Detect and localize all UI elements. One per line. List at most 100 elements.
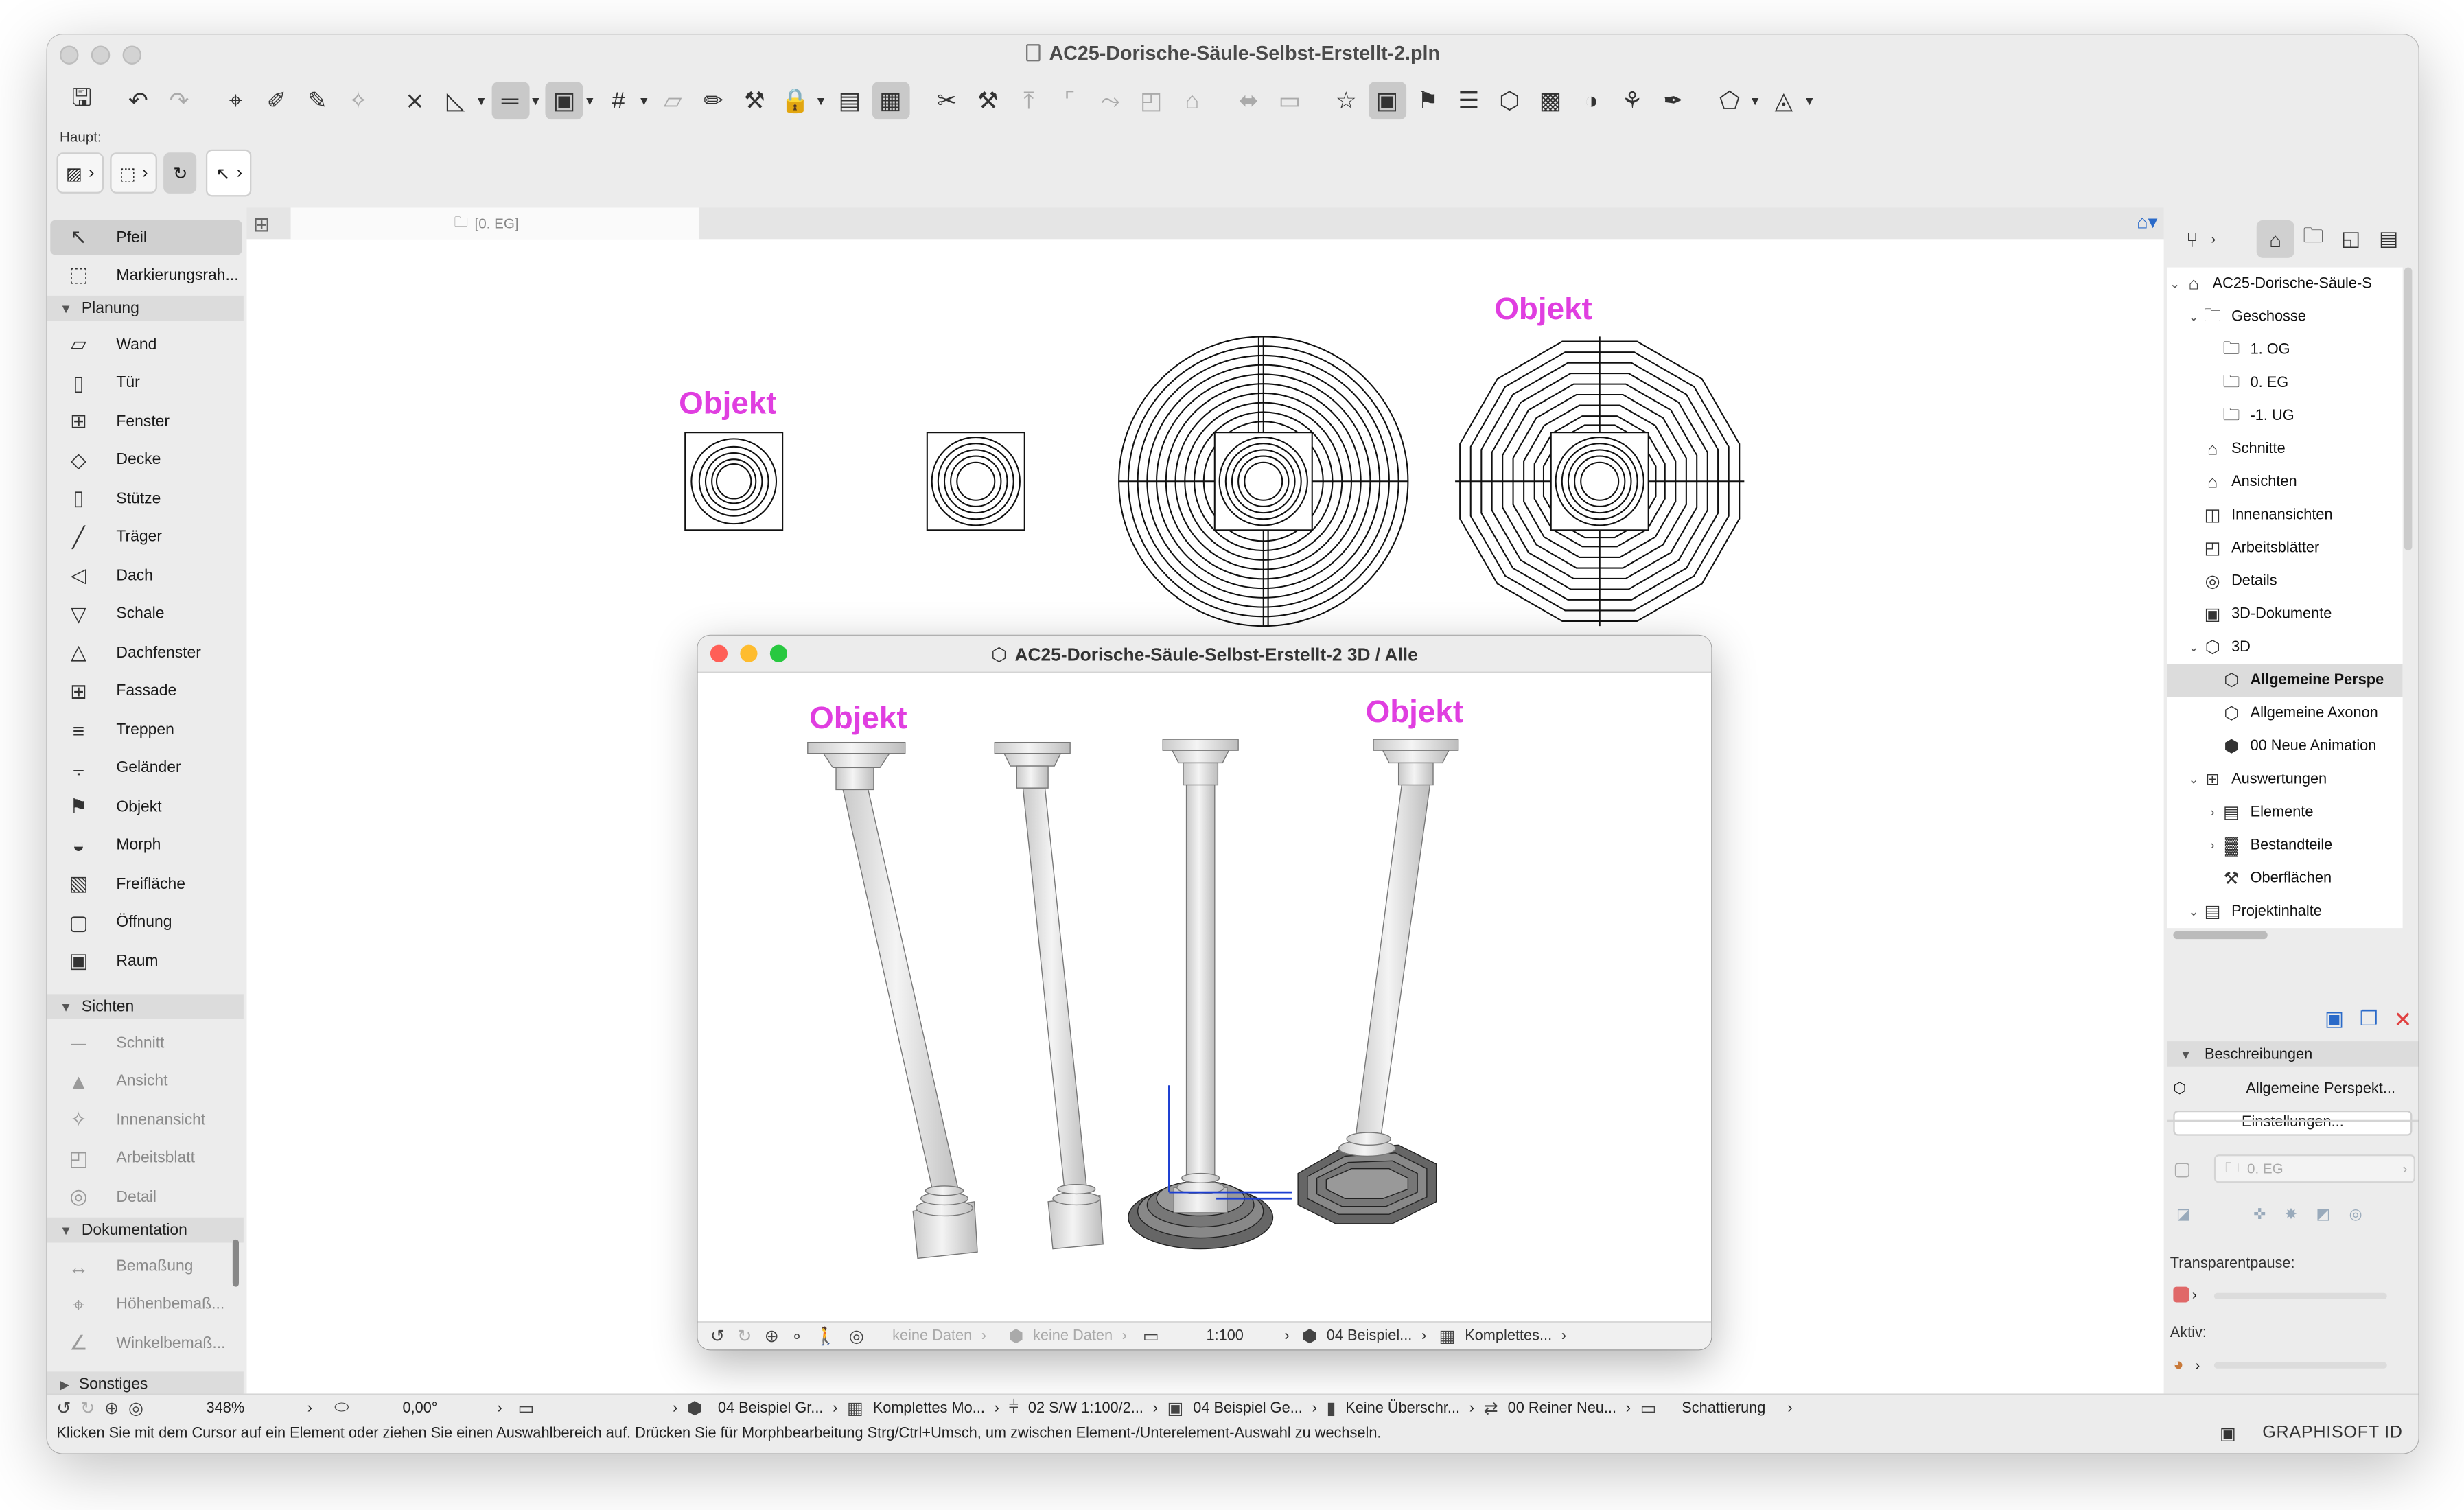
syringe-icon[interactable]: ✎ — [299, 82, 336, 119]
resize-icon[interactable]: ◰ — [1132, 82, 1170, 119]
tree-item[interactable]: ⌄ ⬡ 3D — [2167, 631, 2402, 664]
zoom-fit-icon[interactable]: ◎ — [128, 1398, 143, 1419]
transparent-slider[interactable] — [2213, 1292, 2387, 1299]
disclosure-right-icon[interactable]: › — [2205, 805, 2220, 820]
view-options-icon[interactable]: ⌂▾ — [2137, 211, 2157, 233]
clone-icon[interactable]: ❐ — [2360, 1007, 2378, 1032]
tool-interior-elevation[interactable]: ✧ Innenansicht — [50, 1102, 242, 1137]
arrow-mode-dropdown[interactable]: ↖ › — [206, 149, 252, 197]
trace-icon[interactable]: ▱ — [654, 82, 692, 119]
title-bar[interactable]: AC25-Dorische-Säule-Selbst-Erstellt-2.pl… — [47, 34, 2419, 76]
model-view-dropdown[interactable]: Komplettes Mo... — [873, 1400, 985, 1417]
teamwork-icon[interactable]: ✒ — [1654, 82, 1692, 119]
chevron-down-icon[interactable]: ▾ — [817, 92, 824, 109]
toolbox-scrollbar[interactable] — [232, 1239, 240, 1287]
project-map-icon[interactable]: ⌂ — [2256, 220, 2294, 258]
walk-icon[interactable]: 🚶 — [815, 1326, 836, 1347]
tab-overview-icon[interactable]: ⊞ — [253, 212, 270, 237]
adjust-icon[interactable]: ⚒ — [969, 82, 1007, 119]
tool-mesh[interactable]: ▧ Freifläche — [50, 867, 242, 901]
disclosure-down-icon[interactable]: ⌄ — [2186, 640, 2202, 655]
grouping-icon[interactable]: ▦ — [871, 82, 909, 120]
tree-item-project[interactable]: ⌄ ⌂ AC25-Dorische-Säule-S — [2167, 268, 2402, 301]
save-icon[interactable]: 🖫 — [63, 82, 101, 119]
find-select-icon[interactable]: ⌖ — [217, 82, 255, 119]
tool-skylight[interactable]: △ Dachfenster — [50, 636, 242, 670]
scale-dropdown[interactable]: 1:100 — [1206, 1327, 1243, 1345]
grid-icon[interactable]: # — [600, 82, 638, 119]
tree-item[interactable]: ⬡ Allgemeine Perspe — [2167, 664, 2403, 697]
3d-icon[interactable]: ⬡ — [1491, 82, 1529, 119]
ruler-icon[interactable]: ▭ — [518, 1398, 535, 1419]
tool-dimension[interactable]: ↔ Bemaßung — [50, 1249, 242, 1284]
disclosure-down-icon[interactable]: ⌄ — [2186, 772, 2202, 787]
lasso-icon[interactable]: ∘ — [791, 1326, 802, 1347]
tree-item[interactable]: ⌄ 🗀 Geschosse — [2167, 301, 2402, 334]
chevron-down-icon[interactable]: ▾ — [1752, 92, 1758, 109]
geschoss-field[interactable]: 🗀 0. EG › — [2213, 1154, 2415, 1183]
tool-opening[interactable]: ▢ Öffnung — [50, 905, 242, 940]
pen-set-dropdown[interactable]: 04 Beispiel Gr... — [718, 1400, 824, 1417]
fillet-icon[interactable]: ⌜ — [1051, 82, 1089, 119]
tool-curtain-wall[interactable]: ⊞ Fassade — [50, 674, 242, 708]
tool-detail[interactable]: ◎ Detail — [50, 1180, 242, 1214]
undo-icon[interactable]: ↶ — [119, 82, 157, 119]
chevron-down-icon[interactable]: ▾ — [640, 92, 647, 109]
layer-icon[interactable]: ▣ — [1368, 82, 1406, 120]
shading-dropdown[interactable]: Schattierung — [1682, 1400, 1765, 1417]
tool-level-dimension[interactable]: ⌖ Höhenbemaß... — [50, 1288, 242, 1322]
renovation-icon[interactable]: ▤ — [830, 82, 868, 119]
snap-point-icon[interactable]: ▣ — [545, 82, 583, 120]
tree-item[interactable]: › ▤ Elemente — [2167, 796, 2402, 829]
redo-icon[interactable]: ↷ — [161, 82, 198, 119]
tool-stair[interactable]: ≡ Treppen — [50, 712, 242, 747]
override-icon[interactable]: ▮ — [1327, 1398, 1336, 1419]
display-icon[interactable]: ▣ — [1167, 1398, 1184, 1419]
chevron-down-icon[interactable]: ▾ — [478, 92, 485, 109]
3d-window-title-bar[interactable]: ⬡ AC25-Dorische-Säule-Selbst-Erstellt-2 3… — [697, 635, 1712, 673]
chevron-down-icon[interactable]: ▾ — [532, 92, 539, 109]
model-view-icon[interactable]: ▦ — [1439, 1326, 1456, 1347]
marquee-type-dropdown[interactable]: ⬚ › — [110, 152, 158, 194]
tool-door[interactable]: ▯ Tür — [50, 366, 242, 400]
tree-item[interactable]: ▣ 3D-Dokumente — [2167, 598, 2402, 631]
tree-item[interactable]: ⌂ Schnitte — [2167, 432, 2402, 465]
magic-wand-icon[interactable]: ✧ — [340, 82, 377, 119]
disclosure-down-icon[interactable]: ⌄ — [2186, 310, 2202, 324]
tool-railing[interactable]: ⨪ Geländer — [50, 751, 242, 785]
favorites-icon[interactable]: ☆ — [1327, 82, 1365, 119]
new-view-icon[interactable]: ▣ — [2325, 1007, 2344, 1032]
view-type-icon[interactable]: ▢ — [2173, 1158, 2191, 1180]
redo-view-icon[interactable]: ↻ — [80, 1398, 95, 1419]
pen-set-dropdown[interactable]: 04 Beispiel... — [1327, 1327, 1413, 1345]
tool-section[interactable]: ─ Schnitt — [50, 1025, 242, 1060]
tool-elevation[interactable]: ▲ Ansicht — [50, 1064, 242, 1098]
renovation-icon[interactable]: ⇄ — [1484, 1398, 1498, 1419]
tree-vertical-scrollbar[interactable] — [2404, 267, 2413, 551]
aktiv-slider[interactable] — [2213, 1362, 2387, 1369]
lock-icon[interactable]: 🔒 — [776, 82, 814, 119]
tab-floor-plan[interactable]: 🗀 [0. EG] — [290, 207, 699, 240]
measure-icon[interactable]: ◺ — [437, 82, 474, 119]
tags-icon[interactable]: ⚘ — [1614, 82, 1651, 119]
selection-method-dropdown[interactable]: ▨ › — [56, 152, 104, 194]
flag-icon[interactable]: ⚑ — [1409, 82, 1447, 119]
pen-set-icon[interactable]: ⬢ — [1302, 1326, 1317, 1347]
move-view-icon[interactable]: ✜ — [2253, 1206, 2266, 1223]
zoom-icon[interactable]: ⊕ — [765, 1326, 779, 1347]
scale-icon[interactable]: ⫩ — [1009, 1398, 1019, 1419]
renovation-dropdown[interactable]: 00 Reiner Neu... — [1508, 1400, 1616, 1417]
override-dropdown[interactable]: Keine Überschr... — [1345, 1400, 1460, 1417]
tree-item[interactable]: ◰ Arbeitsblätter — [2167, 532, 2402, 565]
tool-object[interactable]: ⚑ Objekt — [50, 789, 242, 824]
elevate-icon[interactable]: ⬌ — [1230, 82, 1268, 119]
view-map-icon[interactable]: 🗀 — [2294, 220, 2332, 258]
navigator-switch-icon[interactable]: ⑂ — [2173, 220, 2211, 258]
window-icon[interactable]: ▣ — [2220, 1424, 2236, 1444]
zoom-view-icon[interactable]: ◪ — [2176, 1206, 2191, 1223]
tool-angle-dimension[interactable]: ∠ Winkelbemaß... — [50, 1326, 242, 1360]
disclosure-right-icon[interactable]: › — [2205, 838, 2220, 852]
tool-roof[interactable]: ◁ Dach — [50, 559, 242, 593]
tool-wall[interactable]: ▱ Wand — [50, 327, 242, 362]
chevron-down-icon[interactable]: ▾ — [1806, 92, 1813, 109]
